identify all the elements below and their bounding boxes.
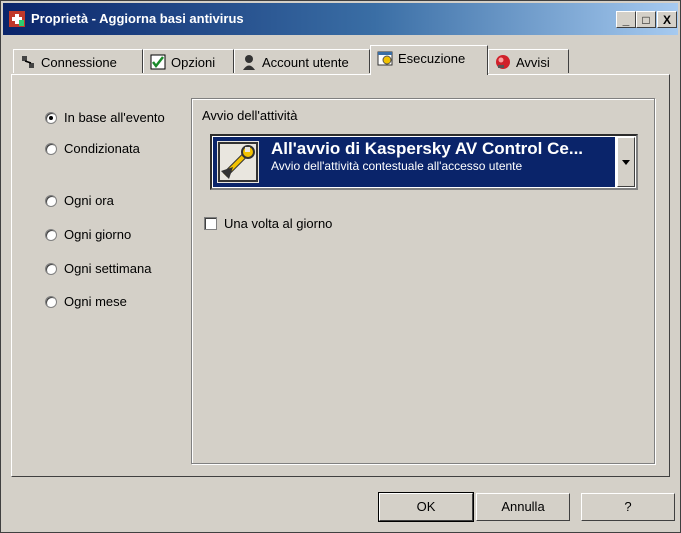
radio-ogni-mese[interactable]: Ogni mese [45, 294, 127, 309]
radio-label: Ogni ora [64, 193, 114, 208]
checkbox-label: Una volta al giorno [224, 216, 333, 231]
close-button[interactable]: X [657, 11, 677, 28]
window-title: Proprietà - Aggiorna basi antivirus [31, 11, 244, 26]
event-dropdown[interactable]: All'avvio di Kaspersky AV Control Ce... … [210, 134, 638, 190]
radio-label: Ogni settimana [64, 261, 152, 276]
radio-indicator[interactable] [45, 229, 57, 241]
task-start-group: Avvio dell'attività All'avvio di Kaspers… [191, 98, 655, 464]
help-button[interactable]: ? [581, 493, 675, 521]
radio-ogni-ora[interactable]: Ogni ora [45, 193, 114, 208]
dropdown-title: All'avvio di Kaspersky AV Control Ce... [271, 139, 584, 158]
radio-indicator[interactable] [45, 263, 57, 275]
calendar-icon [377, 51, 393, 66]
radio-condizionata[interactable]: Condizionata [45, 141, 140, 156]
radio-indicator[interactable] [45, 112, 57, 124]
tab-label: Opzioni [171, 55, 216, 70]
group-label: Avvio dell'attività [202, 108, 298, 123]
radio-ogni-giorno[interactable]: Ogni giorno [45, 227, 131, 242]
radio-label: Ogni mese [64, 294, 127, 309]
once-a-day-checkbox[interactable]: Una volta al giorno [204, 216, 332, 231]
radio-label: Condizionata [64, 141, 140, 156]
user-icon [243, 55, 255, 70]
network-icon [22, 56, 34, 68]
tab-avvisi[interactable]: Avvisi [488, 49, 569, 73]
tab-label: Connessione [41, 55, 117, 70]
radio-indicator[interactable] [45, 143, 57, 155]
cancel-button[interactable]: Annulla [476, 493, 570, 521]
radio-ogni-settimana[interactable]: Ogni settimana [45, 261, 151, 276]
alert-icon [496, 55, 510, 69]
dropdown-subtitle: Avvio dell'attività contestuale all'acce… [271, 159, 523, 173]
minimize-button[interactable]: _ [616, 11, 636, 28]
title-bar[interactable]: Proprietà - Aggiorna basi antivirus _ □ … [3, 3, 678, 35]
tab-connessione[interactable]: Connessione [13, 49, 143, 73]
radio-indicator[interactable] [45, 296, 57, 308]
radio-in-base-all-evento[interactable]: In base all'evento [45, 110, 165, 125]
radio-label: In base all'evento [64, 110, 165, 125]
radio-indicator[interactable] [45, 195, 57, 207]
chevron-down-icon[interactable] [617, 137, 635, 187]
tab-label: Avvisi [516, 55, 550, 70]
radio-label: Ogni giorno [64, 227, 132, 242]
dropdown-selected-item[interactable]: All'avvio di Kaspersky AV Control Ce... … [213, 137, 615, 187]
tab-esecuzione[interactable]: Esecuzione [370, 45, 488, 75]
checkmark-icon [150, 54, 166, 70]
tab-label: Account utente [262, 55, 349, 70]
checkbox-indicator[interactable] [204, 217, 217, 230]
kaspersky-app-icon [9, 11, 25, 27]
properties-dialog: Proprietà - Aggiorna basi antivirus _ □ … [0, 0, 681, 533]
tab-account-utente[interactable]: Account utente [234, 49, 370, 73]
tab-opzioni[interactable]: Opzioni [143, 49, 234, 73]
wrench-monitor-icon [217, 141, 259, 183]
ok-button[interactable]: OK [378, 492, 474, 522]
maximize-button[interactable]: □ [636, 11, 656, 28]
tab-label: Esecuzione [398, 51, 466, 66]
